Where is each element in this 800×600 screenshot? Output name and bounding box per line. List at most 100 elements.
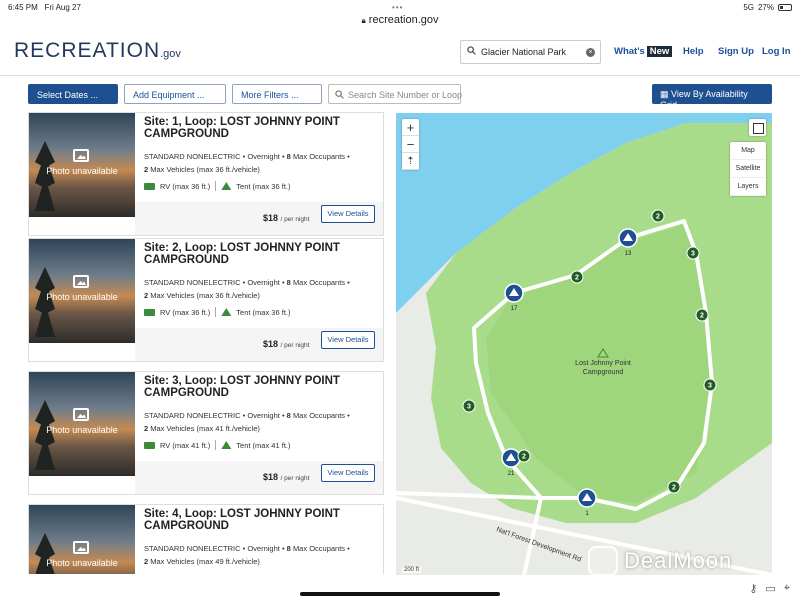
sign-up-link[interactable]: Sign Up [718,46,754,57]
url-bar[interactable]: 🔒︎ recreation.gov [0,12,800,32]
help-link[interactable]: Help [683,46,704,57]
site-card[interactable]: Photo unavailable Site: 4, Loop: LOST JO… [28,504,384,574]
map-canvas[interactable]: Lost Johnny Point Campground Nat'l Fores… [396,113,772,575]
site-card[interactable]: Photo unavailable Site: 2, Loop: LOST JO… [28,238,384,362]
view-details-button[interactable]: View Details [321,331,375,349]
site-card[interactable]: Photo unavailable Site: 1, Loop: LOST JO… [28,112,384,236]
site-title[interactable]: Site: 1, Loop: LOST JOHNNY POINT CAMPGRO… [144,116,379,140]
site-title[interactable]: Site: 2, Loop: LOST JOHNNY POINT CAMPGRO… [144,242,379,266]
equipment-row: RV (max 41 ft.) Tent (max 41 ft.) [144,440,290,450]
photo-unavailable-label: Photo unavailable [46,292,118,302]
cluster-marker-label: 13 [625,251,632,257]
campground-map[interactable]: Lost Johnny Point Campground Nat'l Fores… [396,113,772,575]
site-title[interactable]: Site: 3, Loop: LOST JOHNNY POINT CAMPGRO… [144,375,379,399]
bottom-bar: ⚷ ▭ ⌖ [0,580,800,600]
search-icon [335,90,344,99]
site-count-label: 2 [700,313,704,320]
campground-label-1: Lost Johnny Point [575,360,631,367]
site-list: Photo unavailable Site: 1, Loop: LOST JO… [28,112,384,574]
site-count-label: 2 [522,454,526,461]
layers-button[interactable]: Layers [730,178,766,196]
status-time: 6:45 PM Fri Aug 27 [8,3,81,12]
campground-label-2: Campground [583,369,624,376]
map-view-button[interactable]: Map [730,142,766,160]
system-icons: ⚷ ▭ ⌖ [749,582,790,595]
key-icon[interactable]: ⚷ [749,582,757,595]
site-count-label: 2 [575,275,579,282]
more-filters-button[interactable]: More Filters ... [232,84,322,104]
site-meta: STANDARD NONELECTRIC • Overnight • 8 Max… [144,411,350,433]
zoom-in-button[interactable]: + [402,119,419,136]
photo-unavailable-label: Photo unavailable [46,558,118,568]
map-layer-switch: Map Satellite Layers [730,142,766,196]
status-bar: 6:45 PM Fri Aug 27 ••• 5G 27% [0,0,800,12]
grid-icon: ▦ [660,89,669,99]
site-card[interactable]: Photo unavailable Site: 3, Loop: LOST JO… [28,371,384,495]
site-price: $18 / per night [263,339,310,349]
site-search-placeholder: Search Site Number or Loop [348,90,463,100]
view-details-button[interactable]: View Details [321,464,375,482]
log-in-link[interactable]: Log In [762,46,791,57]
site-price-bar: $18 / per night View Details [135,328,383,361]
multitask-dots[interactable]: ••• [392,3,403,12]
location-icon[interactable]: ⌖ [784,582,790,595]
tree-silhouette [35,267,55,337]
dealmoon-logo [588,546,618,576]
photo-icon [73,275,89,288]
tree-silhouette [35,141,55,211]
cluster-marker-label: 17 [511,306,518,312]
search-value: Glacier National Park [481,47,567,57]
site-count-label: 2 [672,485,676,492]
whats-new-link[interactable]: What's New [614,46,673,57]
card-icon[interactable]: ▭ [765,582,775,595]
photo-icon [73,149,89,162]
site-meta: STANDARD NONELECTRIC • Overnight • 8 Max… [144,152,350,174]
site-price: $18 / per night [263,472,310,482]
tent-icon [221,308,232,316]
battery-icon [778,4,792,11]
reset-north-button[interactable]: ⇡ [402,153,419,170]
status-right: 5G 27% [743,3,792,12]
site-count-label: 3 [467,404,471,411]
fullscreen-button[interactable] [749,119,766,136]
site-photo: Photo unavailable [29,505,135,574]
cluster-marker-label: 21 [508,471,515,477]
photo-icon [73,408,89,421]
park-search-input[interactable]: Glacier National Park × [460,40,601,64]
site-count-label: 3 [691,251,695,258]
satellite-view-button[interactable]: Satellite [730,160,766,178]
tent-icon [221,441,232,449]
search-icon [467,46,476,55]
signal-label: 5G [743,3,754,12]
photo-icon [73,541,89,554]
filter-bar: Select Dates ... Add Equipment ... More … [0,84,800,110]
site-photo: Photo unavailable [29,372,135,476]
map-scale: 200 ft [402,567,422,573]
rv-icon [144,308,155,316]
select-dates-button[interactable]: Select Dates ... [28,84,118,104]
rv-icon [144,182,155,190]
site-count-label: 3 [708,383,712,390]
new-badge: New [646,46,673,57]
view-availability-grid-button[interactable]: ▦ View By Availability Grid [652,84,772,110]
recreation-logo[interactable]: RECREATION.gov [14,39,181,63]
site-price: $18 / per night [263,213,310,223]
add-equipment-button[interactable]: Add Equipment ... [124,84,226,104]
battery-percent: 27% [757,3,774,12]
equipment-row: RV (max 36 ft.) Tent (max 36 ft.) [144,307,290,317]
site-title[interactable]: Site: 4, Loop: LOST JOHNNY POINT CAMPGRO… [144,508,379,532]
site-search-input[interactable]: Search Site Number or Loop [328,84,463,104]
photo-unavailable-label: Photo unavailable [46,425,118,435]
site-header: RECREATION.gov Glacier National Park × W… [0,32,800,76]
clear-search-icon[interactable]: × [586,48,595,57]
url-text: recreation.gov [368,14,439,26]
tent-icon [221,182,232,190]
equipment-row: RV (max 36 ft.) Tent (max 36 ft.) [144,181,290,191]
site-meta: STANDARD NONELECTRIC • Overnight • 8 Max… [144,278,350,300]
view-details-button[interactable]: View Details [321,205,375,223]
zoom-out-button[interactable]: − [402,136,419,153]
home-indicator[interactable] [300,592,500,596]
site-meta: STANDARD NONELECTRIC • Overnight • 8 Max… [144,544,350,566]
photo-unavailable-label: Photo unavailable [46,166,118,176]
rv-icon [144,441,155,449]
